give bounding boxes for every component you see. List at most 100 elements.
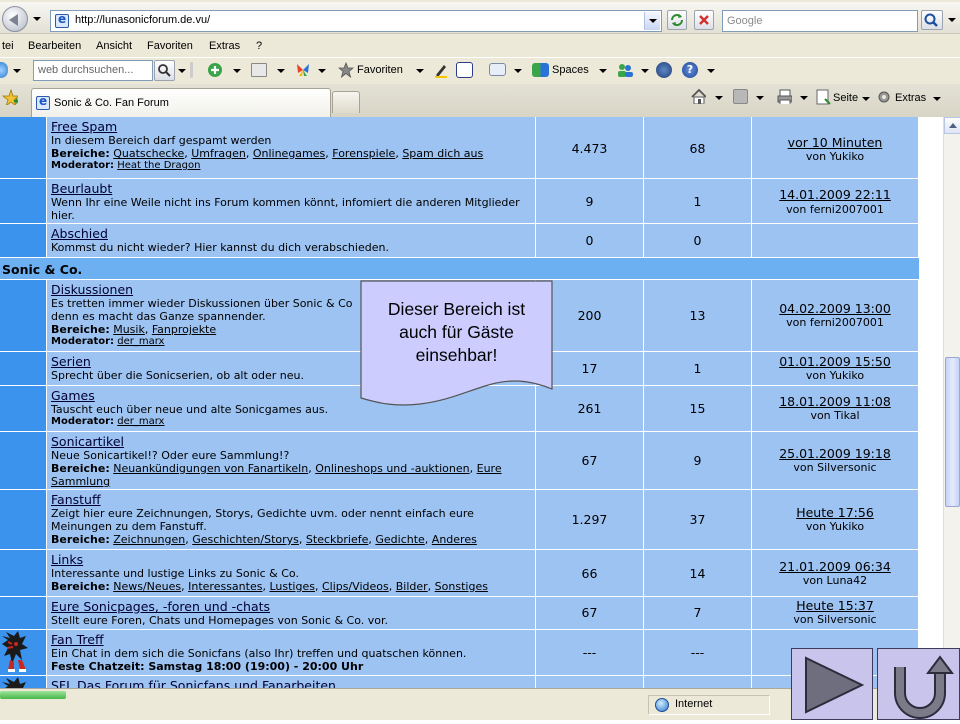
- security-zone[interactable]: Internet: [648, 695, 770, 715]
- scroll-up-button[interactable]: [944, 117, 960, 134]
- last-post-link[interactable]: vor 10 Minuten: [752, 135, 918, 150]
- subforum-link[interactable]: Steckbriefe: [306, 533, 368, 546]
- profile-icon[interactable]: [656, 62, 672, 78]
- subforum-link[interactable]: Umfragen: [191, 147, 246, 160]
- subforum-link[interactable]: Anderes: [432, 533, 477, 546]
- chevron-down-icon[interactable]: [416, 69, 424, 73]
- subforum-link[interactable]: Spam dich aus: [402, 147, 483, 160]
- last-post-link[interactable]: 14.01.2009 22:11: [752, 187, 918, 202]
- vertical-scrollbar[interactable]: [943, 117, 960, 688]
- menu-tools[interactable]: Extras: [209, 40, 240, 52]
- subforum-link[interactable]: News/Neues: [113, 580, 181, 593]
- scroll-thumb[interactable]: [945, 357, 960, 507]
- last-post-link[interactable]: Heute 17:56: [752, 505, 918, 520]
- chevron-down-icon[interactable]: [599, 69, 607, 73]
- subforum-link[interactable]: Sonstiges: [435, 580, 488, 593]
- menu-edit[interactable]: Bearbeiten: [28, 40, 81, 52]
- mail-icon[interactable]: [489, 63, 506, 76]
- moderator-link[interactable]: der_marx: [117, 416, 164, 427]
- tools-icon[interactable]: [876, 89, 892, 105]
- tab-forum[interactable]: Sonic & Co. Fan Forum: [31, 88, 331, 117]
- chevron-down-icon[interactable]: [800, 96, 808, 100]
- forum-title-link[interactable]: Links: [51, 553, 535, 567]
- web-search-input[interactable]: web durchsuchen...: [33, 60, 153, 81]
- blog-icon[interactable]: [456, 62, 473, 78]
- chevron-down-icon[interactable]: [13, 69, 21, 73]
- moderator-link[interactable]: der_marx: [117, 336, 164, 347]
- chevron-down-icon[interactable]: [641, 69, 649, 73]
- subforum-link[interactable]: Musik: [113, 323, 145, 336]
- feeds-icon[interactable]: [733, 89, 748, 104]
- page-menu-label[interactable]: Seite: [833, 92, 858, 104]
- chevron-down-icon[interactable]: [318, 69, 326, 73]
- chevron-down-icon[interactable]: [862, 97, 870, 101]
- forum-title-link[interactable]: Sonicartikel: [51, 435, 535, 449]
- subforum-link[interactable]: Lustiges: [269, 580, 315, 593]
- back-icon[interactable]: [2, 6, 28, 32]
- return-button[interactable]: [877, 648, 960, 720]
- add-icon[interactable]: [207, 62, 223, 78]
- subforum-link[interactable]: Gedichte: [375, 533, 424, 546]
- address-dropdown-button[interactable]: [644, 12, 660, 30]
- history-dropdown-icon[interactable]: [33, 17, 41, 21]
- last-post-link[interactable]: Heute 15:37: [752, 598, 918, 613]
- forum-title-link[interactable]: Free Spam: [51, 120, 535, 134]
- last-post-link[interactable]: 25.01.2009 19:18: [752, 446, 918, 461]
- butterfly-icon[interactable]: [295, 62, 311, 78]
- subforum-link[interactable]: Geschichten/Storys: [192, 533, 299, 546]
- page-icon[interactable]: [815, 89, 831, 105]
- menu-favorites[interactable]: Favoriten: [147, 40, 193, 52]
- chevron-down-icon[interactable]: [178, 69, 186, 73]
- chevron-down-icon[interactable]: [707, 69, 715, 73]
- spaces-label[interactable]: Spaces: [552, 64, 589, 76]
- last-post-link[interactable]: 18.01.2009 11:08: [752, 394, 918, 409]
- pen-icon[interactable]: [433, 62, 449, 78]
- subforum-link[interactable]: Neuankündigungen von Fanartikeln: [113, 462, 308, 475]
- refresh-button[interactable]: [667, 10, 687, 30]
- forum-title-link[interactable]: Eure Sonicpages, -foren und -chats: [51, 600, 535, 614]
- subforum-link[interactable]: Zeichnungen: [113, 533, 185, 546]
- last-post-link[interactable]: 04.02.2009 13:00: [752, 301, 918, 316]
- chevron-down-icon[interactable]: [756, 96, 764, 100]
- window-icon[interactable]: [251, 63, 267, 77]
- print-icon[interactable]: [776, 88, 792, 104]
- search-button[interactable]: [921, 10, 943, 30]
- last-post-link[interactable]: 01.01.2009 15:50: [752, 354, 918, 369]
- forum-title-link[interactable]: Fan Treff: [51, 633, 535, 647]
- search-options-dropdown-icon[interactable]: [948, 18, 956, 22]
- subforum-link[interactable]: Interessantes: [188, 580, 262, 593]
- play-next-button[interactable]: [791, 648, 873, 720]
- subforum-link[interactable]: Clips/Videos: [322, 580, 389, 593]
- subforum-link[interactable]: Quatschecke: [113, 147, 184, 160]
- contacts-icon[interactable]: [617, 62, 633, 78]
- last-post-link[interactable]: 21.01.2009 06:34: [752, 559, 918, 574]
- spaces-icon[interactable]: [532, 63, 549, 77]
- subforum-link[interactable]: Fanprojekte: [152, 323, 216, 336]
- forum-title-link[interactable]: Beurlaubt: [51, 182, 535, 196]
- chevron-down-icon[interactable]: [277, 69, 285, 73]
- subforum-link[interactable]: Bilder: [396, 580, 428, 593]
- subforum-link[interactable]: Onlineshops und -auktionen: [315, 462, 469, 475]
- search-input[interactable]: Google: [722, 10, 918, 32]
- subforum-link[interactable]: Forenspiele: [332, 147, 395, 160]
- chevron-down-icon[interactable]: [233, 69, 241, 73]
- forum-title-link[interactable]: Fanstuff: [51, 493, 535, 507]
- messenger-icon[interactable]: [0, 62, 8, 78]
- favorites-center-icon[interactable]: [2, 89, 18, 105]
- help-icon[interactable]: ?: [682, 62, 698, 78]
- address-input[interactable]: http://lunasonicforum.de.vu/: [50, 10, 662, 32]
- forum-title-link[interactable]: Abschied: [51, 227, 535, 241]
- web-search-button[interactable]: [154, 60, 175, 81]
- chevron-down-icon[interactable]: [933, 97, 941, 101]
- forum-title-link[interactable]: SFL Das Forum für Sonicfans und Fanarbei…: [51, 679, 535, 689]
- chevron-down-icon[interactable]: [715, 96, 723, 100]
- menu-view[interactable]: Ansicht: [96, 40, 132, 52]
- stop-button[interactable]: [694, 10, 714, 30]
- moderator-link[interactable]: Heat the Dragon: [117, 160, 200, 171]
- home-icon[interactable]: [690, 88, 706, 104]
- tools-menu-label[interactable]: Extras: [895, 92, 926, 104]
- subforum-link[interactable]: Onlinegames: [253, 147, 325, 160]
- chevron-down-icon[interactable]: [514, 69, 522, 73]
- new-tab-button[interactable]: [332, 91, 360, 113]
- menu-file[interactable]: tei: [2, 40, 14, 52]
